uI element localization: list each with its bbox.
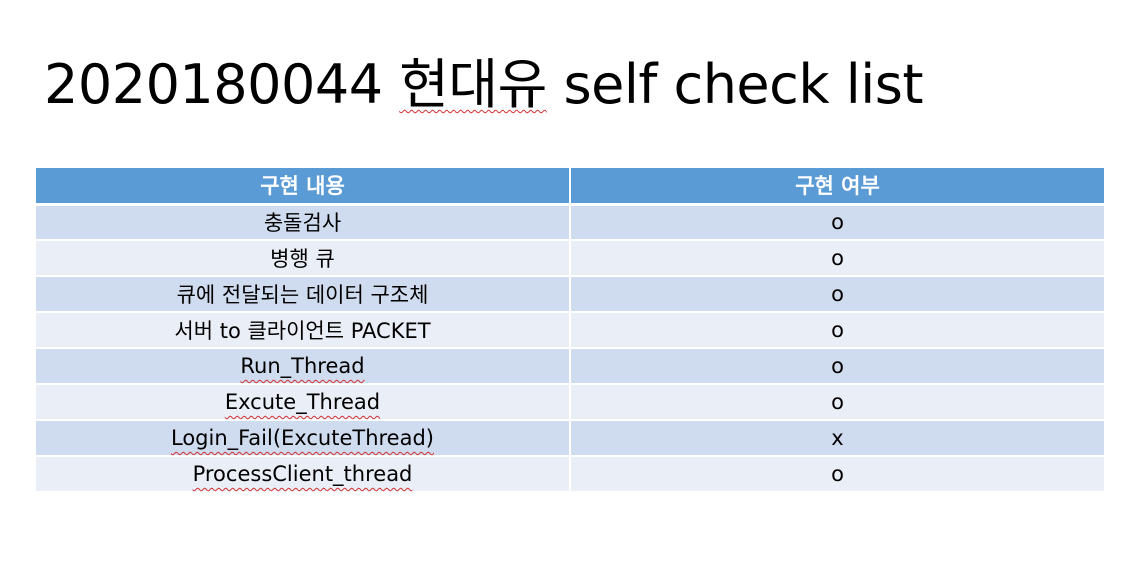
title-suffix: self check list — [563, 53, 924, 116]
table-header-row: 구현 내용 구현 여부 — [36, 168, 1104, 206]
header-implementation-status: 구현 여부 — [570, 168, 1104, 206]
row-status: o — [570, 456, 1104, 493]
slide: 2020180044 현대유 self check list 구현 내용 구현 … — [0, 0, 1142, 572]
title-student-number: 2020180044 — [44, 53, 383, 116]
row-status: o — [570, 348, 1104, 385]
row-item: Run_Thread — [36, 348, 571, 385]
table-row: Run_Thread o — [36, 348, 1104, 385]
slide-title: 2020180044 현대유 self check list — [44, 48, 924, 122]
table-row: 충돌검사 o — [36, 204, 1104, 241]
table-row: ProcessClient_thread o — [36, 456, 1104, 493]
row-status: o — [570, 204, 1104, 241]
table-row: 병행 큐 o — [36, 240, 1104, 277]
row-item: 서버 to 클라이언트 PACKET — [36, 312, 571, 349]
row-item: 충돌검사 — [36, 204, 571, 241]
row-item-text: ProcessClient_thread — [192, 462, 413, 486]
row-item: 큐에 전달되는 데이터 구조체 — [36, 276, 571, 313]
header-implementation-item: 구현 내용 — [36, 168, 571, 206]
title-student-name: 현대유 — [399, 53, 547, 116]
row-item: Login_Fail(ExcuteThread) — [36, 420, 571, 457]
row-item: ProcessClient_thread — [36, 456, 571, 493]
row-item: Excute_Thread — [36, 384, 571, 421]
row-status: o — [570, 240, 1104, 277]
row-item-text: Run_Thread — [240, 354, 365, 378]
row-status: x — [570, 420, 1104, 457]
check-list-table: 구현 내용 구현 여부 충돌검사 o 병행 큐 o 큐에 전달되는 데이터 구조… — [36, 168, 1104, 493]
row-item-text: Login_Fail(ExcuteThread) — [171, 426, 434, 450]
row-item-text: Excute_Thread — [224, 390, 381, 414]
row-status: o — [570, 276, 1104, 313]
table-row: 서버 to 클라이언트 PACKET o — [36, 312, 1104, 349]
table-row: 큐에 전달되는 데이터 구조체 o — [36, 276, 1104, 313]
table-row: Excute_Thread o — [36, 384, 1104, 421]
row-status: o — [570, 312, 1104, 349]
table-row: Login_Fail(ExcuteThread) x — [36, 420, 1104, 457]
row-item: 병행 큐 — [36, 240, 571, 277]
row-status: o — [570, 384, 1104, 421]
